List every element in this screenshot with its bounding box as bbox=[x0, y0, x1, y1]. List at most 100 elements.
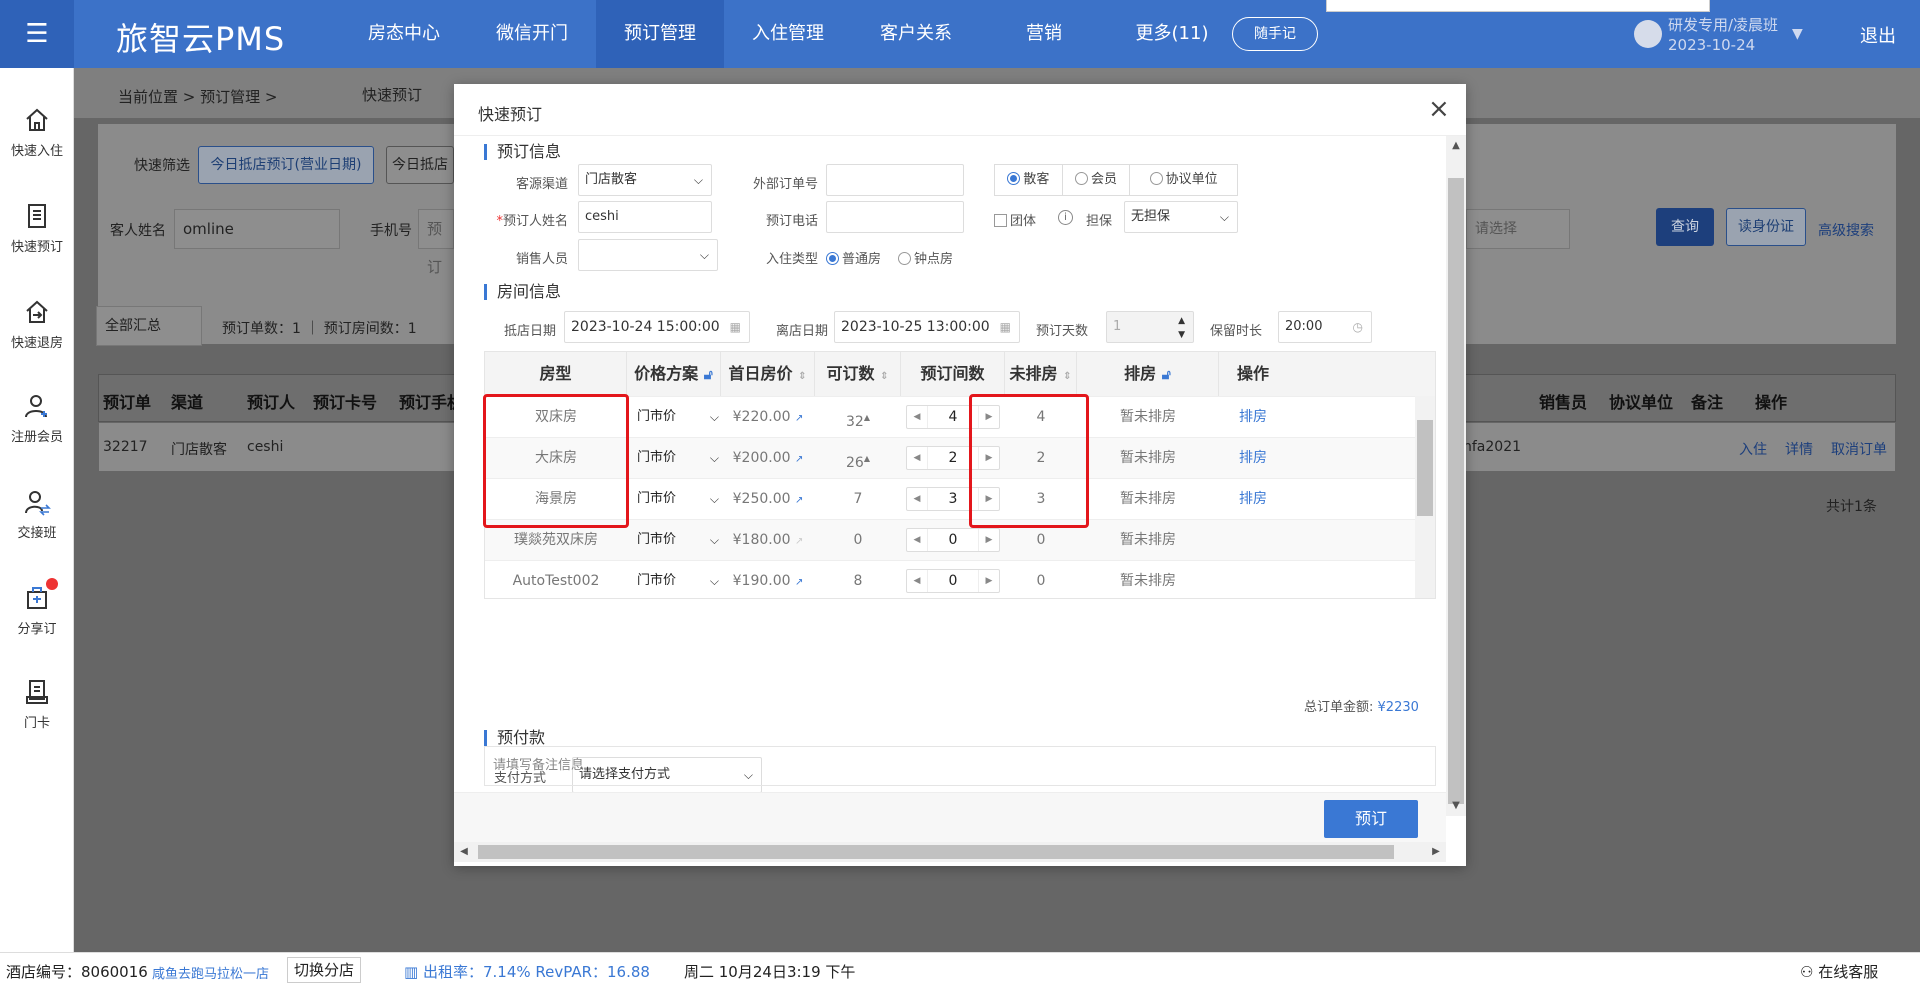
table-scrollbar[interactable] bbox=[1415, 396, 1435, 598]
sort-icon[interactable]: ⇕ bbox=[798, 371, 806, 382]
assign-room-link[interactable]: 排房 bbox=[1219, 397, 1287, 438]
ext-order-input[interactable] bbox=[826, 164, 964, 196]
scroll-left-icon[interactable]: ◀ bbox=[454, 842, 474, 862]
arrival-date-input[interactable]: 2023-10-24 15:00:00 ▦ bbox=[564, 311, 750, 343]
scrollbar-thumb[interactable] bbox=[1448, 178, 1464, 804]
first-day-price[interactable]: ¥220.00 ↗ bbox=[721, 397, 815, 438]
first-day-price[interactable]: ¥200.00 ↗ bbox=[721, 438, 815, 479]
first-day-price[interactable]: ¥180.00 ↗ bbox=[721, 520, 815, 561]
quantity-value[interactable]: 0 bbox=[927, 570, 979, 592]
sidebar-item-share-booking[interactable]: 分享订 bbox=[0, 578, 74, 637]
increment-icon[interactable]: ▶ bbox=[979, 529, 999, 551]
occupancy-stats[interactable]: ▥ 出租率：7.14% RevPAR：16.88 bbox=[404, 961, 650, 982]
nav-marketing[interactable]: 营销 bbox=[980, 0, 1108, 68]
decrement-icon[interactable]: ◀ bbox=[907, 570, 927, 592]
quantity-value[interactable]: 0 bbox=[927, 529, 979, 551]
summary-select[interactable]: 全部汇总 bbox=[96, 306, 202, 346]
checkin-link[interactable]: 入住 bbox=[1739, 439, 1767, 459]
nav-more[interactable]: 更多(11) bbox=[1108, 0, 1236, 68]
read-id-button[interactable]: 读身份证 bbox=[1726, 208, 1806, 246]
tab-quick-booking[interactable]: 快速预订 bbox=[362, 84, 422, 105]
query-button[interactable]: 查询 bbox=[1656, 208, 1714, 246]
col-first-day-price[interactable]: 首日房价 ⇕ bbox=[721, 352, 815, 396]
scrollbar-thumb[interactable] bbox=[1417, 420, 1433, 516]
col-header[interactable]: 协议单位 bbox=[1609, 389, 1673, 413]
radio-agreement[interactable]: 协议单位 bbox=[1130, 165, 1237, 195]
sidebar-item-quick-checkout[interactable]: 快速退房 bbox=[0, 298, 74, 351]
notes-button[interactable]: 随手记 bbox=[1232, 17, 1318, 51]
avatar[interactable] bbox=[1634, 20, 1662, 48]
close-icon[interactable]: × bbox=[1428, 94, 1450, 124]
nav-checkin-management[interactable]: 入住管理 bbox=[724, 0, 852, 68]
guarantee-select[interactable]: 无担保 ⌵ bbox=[1124, 201, 1238, 233]
calendar-icon[interactable]: ▦ bbox=[1000, 312, 1011, 342]
sidebar-item-shift-handover[interactable]: 交接班 bbox=[0, 488, 74, 541]
advanced-search-link[interactable]: 高级搜索 bbox=[1818, 220, 1874, 240]
price-plan-select[interactable]: 门市价 ⌵ bbox=[631, 566, 727, 596]
submit-booking-button[interactable]: 预订 bbox=[1324, 800, 1418, 838]
col-header[interactable]: 预订卡号 bbox=[313, 389, 377, 413]
group-checkbox[interactable]: 团体 bbox=[994, 210, 1036, 229]
sidebar-item-register-member[interactable]: 注册会员 bbox=[0, 392, 74, 445]
radio-hourly-room[interactable]: 钟点房 bbox=[898, 248, 953, 267]
decrement-icon[interactable]: ◀ bbox=[907, 488, 927, 510]
decrement-icon[interactable]: ◀ bbox=[907, 447, 927, 469]
radio-member[interactable]: 会员 bbox=[1063, 165, 1131, 195]
radio-normal-room[interactable]: 普通房 bbox=[826, 248, 881, 267]
quantity-stepper[interactable]: ◀ 0 ▶ bbox=[906, 528, 1000, 552]
sort-icon[interactable]: ⇕ bbox=[880, 371, 888, 382]
spinner-icon[interactable]: ▲ ▼ bbox=[1178, 314, 1185, 342]
unlock-icon[interactable]: 🔓︎ bbox=[1162, 367, 1171, 383]
edit-icon[interactable]: ↗ bbox=[795, 413, 803, 424]
cancel-order-link[interactable]: 取消订单 bbox=[1831, 439, 1887, 459]
nav-booking-management[interactable]: 预订管理 bbox=[596, 0, 724, 68]
chevron-down-icon[interactable]: ▼ bbox=[1792, 26, 1803, 42]
assign-room-link[interactable]: 排房 bbox=[1219, 479, 1287, 520]
menu-toggle-icon[interactable]: ☰ bbox=[0, 0, 74, 68]
scroll-right-icon[interactable]: ▶ bbox=[1426, 842, 1446, 862]
date-range-end-input[interactable]: 请选择 bbox=[1466, 209, 1570, 249]
scroll-down-icon[interactable]: ▼ bbox=[1446, 796, 1466, 816]
phone-input[interactable]: 预订 bbox=[418, 209, 454, 276]
modal-scrollbar[interactable]: ▲ ▼ bbox=[1446, 136, 1466, 816]
quantity-stepper[interactable]: ◀ 0 ▶ bbox=[906, 569, 1000, 593]
modal-horizontal-scrollbar[interactable]: ◀ ▶ bbox=[454, 842, 1446, 862]
col-header[interactable]: 操作 bbox=[1755, 389, 1787, 413]
user-name[interactable]: 研发专用/凌晨班 bbox=[1668, 16, 1778, 34]
col-available[interactable]: 可订数 ⇕ bbox=[815, 352, 901, 396]
decrement-icon[interactable]: ◀ bbox=[907, 406, 927, 428]
online-support-button[interactable]: ⚇ 在线客服 bbox=[1800, 961, 1878, 982]
nav-customer-relations[interactable]: 客户关系 bbox=[852, 0, 980, 68]
sidebar-item-quick-booking[interactable]: 快速预订 bbox=[0, 202, 74, 255]
info-icon[interactable]: i bbox=[1058, 209, 1073, 225]
edit-icon[interactable]: ↗ bbox=[795, 454, 803, 465]
price-plan-select[interactable]: 门市价 ⌵ bbox=[631, 443, 727, 473]
sidebar-item-quick-checkin[interactable]: 快速入住 bbox=[0, 106, 74, 159]
col-header[interactable]: 预订人 bbox=[247, 389, 295, 413]
departure-date-input[interactable]: 2023-10-25 13:00:00 ▦ bbox=[834, 311, 1020, 343]
remark-input[interactable]: 请填写备注信息 bbox=[484, 746, 1436, 786]
filter-today2-button[interactable]: 今日抵店 bbox=[386, 146, 454, 184]
increment-icon[interactable]: ▶ bbox=[979, 570, 999, 592]
col-header[interactable]: 备注 bbox=[1691, 389, 1723, 413]
booking-phone-input[interactable] bbox=[826, 201, 964, 233]
price-plan-select[interactable]: 门市价 ⌵ bbox=[631, 525, 727, 555]
price-plan-select[interactable]: 门市价 ⌵ bbox=[631, 484, 727, 514]
col-unassigned[interactable]: 未排房 ⇕ bbox=[1005, 352, 1077, 396]
col-header[interactable]: 销售员 bbox=[1539, 389, 1587, 413]
decrement-icon[interactable]: ◀ bbox=[907, 529, 927, 551]
unlock-icon[interactable]: 🔓︎ bbox=[704, 367, 713, 383]
calendar-icon[interactable]: ▦ bbox=[730, 312, 741, 342]
hold-time-input[interactable]: 20:00 ◷ bbox=[1278, 311, 1372, 343]
col-header[interactable]: 渠道 bbox=[171, 389, 203, 413]
booker-name-input[interactable]: ceshi bbox=[578, 201, 712, 233]
details-link[interactable]: 详情 bbox=[1785, 439, 1813, 459]
edit-icon[interactable]: ↗ bbox=[795, 577, 803, 588]
filter-today-button[interactable]: 今日抵店预订(营业日期) bbox=[198, 146, 374, 184]
edit-icon[interactable]: ↗ bbox=[795, 495, 803, 506]
guest-name-input[interactable]: omline bbox=[174, 209, 340, 249]
first-day-price[interactable]: ¥190.00 ↗ bbox=[721, 561, 815, 602]
price-plan-select[interactable]: 门市价 ⌵ bbox=[631, 402, 727, 432]
first-day-price[interactable]: ¥250.00 ↗ bbox=[721, 479, 815, 520]
radio-walkin[interactable]: 散客 bbox=[995, 165, 1063, 195]
